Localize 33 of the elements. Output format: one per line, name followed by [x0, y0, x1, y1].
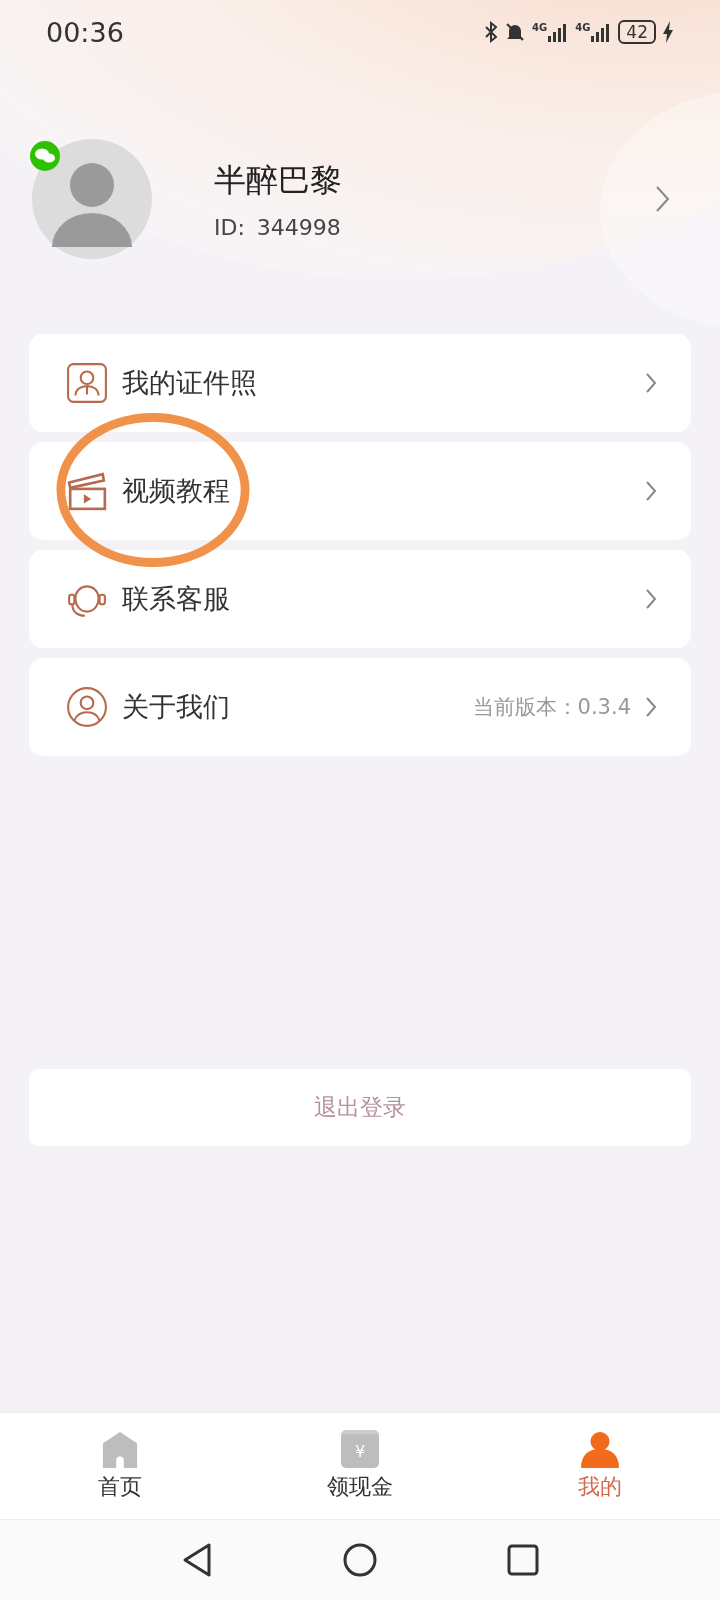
- menu-item[interactable]: 关于我们 当前版本：0.3.4: [29, 658, 691, 756]
- chevron-right-icon: [645, 588, 657, 610]
- home-icon: [101, 1430, 139, 1468]
- chat-badge-icon: [30, 141, 60, 171]
- person-icon: [581, 1430, 619, 1468]
- id-photo-icon: [66, 362, 108, 404]
- chevron-right-icon: [645, 372, 657, 394]
- back-icon[interactable]: [181, 1542, 213, 1578]
- network-label: 4G: [532, 22, 548, 33]
- bluetooth-icon: [484, 21, 498, 43]
- menu-item[interactable]: 我的证件照: [29, 334, 691, 432]
- menu-item[interactable]: 联系客服: [29, 550, 691, 648]
- chevron-right-icon: [645, 480, 657, 502]
- user-name: 半醉巴黎: [214, 159, 343, 201]
- bell-muted-icon: [504, 21, 526, 43]
- id-label: ID:: [214, 214, 245, 240]
- battery-level: 42: [618, 20, 656, 44]
- charging-icon: [662, 21, 674, 43]
- user-id: 344998: [256, 214, 341, 240]
- tab[interactable]: ¥ 领现金: [240, 1413, 480, 1519]
- recents-icon[interactable]: [507, 1544, 539, 1576]
- home-button-icon[interactable]: [343, 1543, 377, 1577]
- version-text: 当前版本：0.3.4: [472, 694, 631, 721]
- status-time: 00:36: [46, 16, 124, 48]
- menu-item[interactable]: 视频教程: [29, 442, 691, 540]
- tab[interactable]: 我的: [480, 1413, 720, 1519]
- clapperboard-icon: [66, 470, 108, 512]
- wallet-icon: ¥: [341, 1430, 379, 1468]
- chevron-right-icon: [645, 696, 657, 718]
- chevron-right-icon[interactable]: [654, 185, 670, 213]
- network-label: 4G: [575, 22, 591, 33]
- user-circle-icon: [66, 686, 108, 728]
- tab[interactable]: 首页: [0, 1413, 240, 1519]
